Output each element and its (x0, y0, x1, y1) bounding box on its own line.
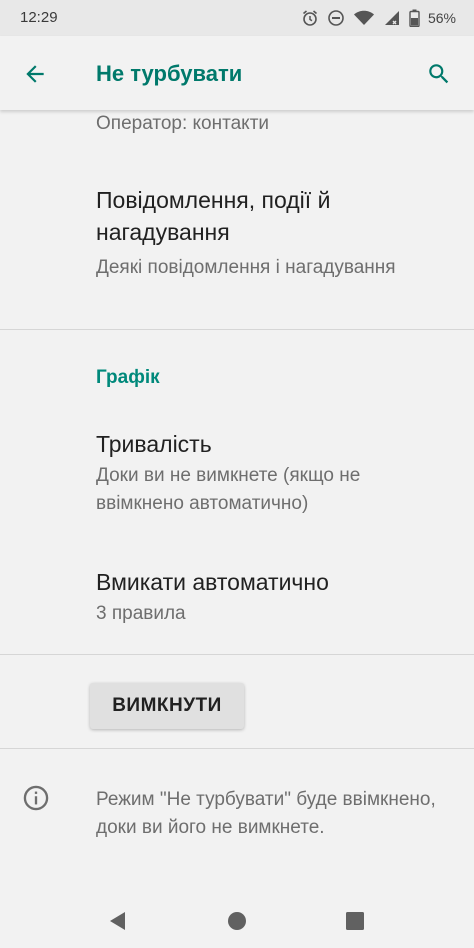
battery-icon (409, 9, 420, 27)
back-button[interactable] (20, 59, 50, 89)
divider (0, 329, 474, 330)
search-button[interactable] (424, 59, 454, 89)
info-text: Режим "Не турбувати" буде ввімкнено, док… (96, 789, 436, 838)
status-time: 12:29 (20, 9, 58, 26)
auto-on-title: Вмикати автоматично (96, 569, 329, 595)
turn-off-button[interactable]: ВИМКНУТИ (90, 683, 244, 729)
divider (0, 654, 474, 655)
duration-summary: Доки ви не вимкнете (якщо не ввімкнено а… (96, 465, 361, 514)
signal-icon (383, 9, 401, 27)
auto-on-setting[interactable]: Вмикати автоматично 3 правила (96, 566, 450, 628)
info-icon (23, 785, 49, 811)
notifications-setting[interactable]: Повідомлення, події й нагадування Деякі … (96, 184, 450, 282)
recents-square-icon (346, 912, 364, 930)
divider (0, 748, 474, 749)
wifi-icon (353, 9, 375, 27)
notifications-summary: Деякі повідомлення і нагадування (96, 257, 396, 278)
search-icon (429, 64, 449, 84)
arrow-back-icon (26, 65, 44, 83)
duration-title: Тривалість (96, 431, 212, 457)
nav-back-button[interactable] (103, 906, 133, 936)
duration-setting[interactable]: Тривалість Доки ви не вимкнете (якщо не … (96, 428, 450, 518)
schedule-section-header: Графік (96, 367, 160, 388)
app-bar: Не турбувати (0, 36, 474, 110)
operator-text: Оператор: контакти (96, 113, 270, 134)
battery-percent: 56% (427, 10, 456, 26)
notifications-title: Повідомлення, події й нагадування (96, 187, 331, 245)
navigation-bar (0, 893, 474, 948)
nav-recents-button[interactable] (340, 906, 370, 936)
auto-on-summary: 3 правила (96, 603, 186, 624)
back-triangle-icon (110, 912, 125, 930)
nav-home-button[interactable] (222, 906, 252, 936)
settings-content: Оператор: контакти Повідомлення, події й… (0, 110, 474, 895)
status-icons: 56% (301, 8, 456, 28)
status-bar: 12:29 56% (0, 0, 474, 36)
home-circle-icon (228, 912, 246, 930)
do-not-disturb-icon (327, 9, 345, 27)
alarm-icon (301, 9, 319, 27)
page-title: Не турбувати (96, 61, 243, 86)
